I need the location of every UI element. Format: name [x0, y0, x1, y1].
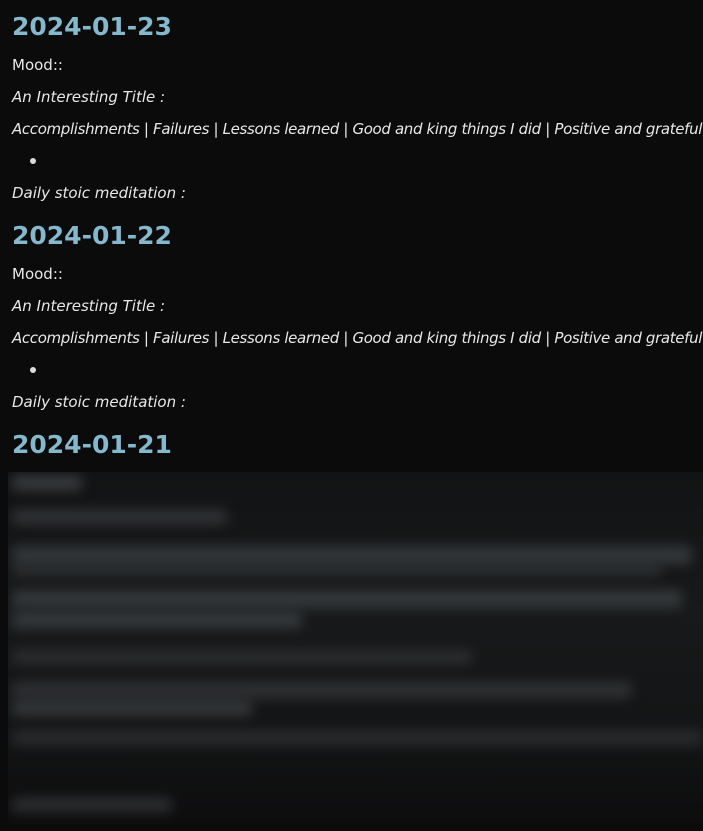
- mood-field[interactable]: Mood::: [12, 55, 702, 75]
- journal-entry: 2024-01-22 Mood:: An Interesting Title :…: [12, 209, 703, 412]
- journal-entry: 2024-01-21: [12, 418, 702, 461]
- bullet-icon: [30, 367, 36, 373]
- entry-date-heading[interactable]: 2024-01-23: [12, 0, 702, 43]
- entry-date-heading[interactable]: 2024-01-22: [12, 209, 702, 252]
- empty-list-item[interactable]: [12, 360, 702, 380]
- stoic-meditation-field[interactable]: Daily stoic meditation :: [12, 183, 702, 203]
- bullet-icon: [30, 158, 36, 164]
- redacted-content: [8, 472, 703, 824]
- stoic-meditation-field[interactable]: Daily stoic meditation :: [12, 392, 702, 412]
- journal-entry: 2024-01-23 Mood:: An Interesting Title :…: [12, 0, 703, 203]
- title-field[interactable]: An Interesting Title :: [12, 87, 702, 107]
- mood-field[interactable]: Mood::: [12, 264, 702, 284]
- empty-list-item[interactable]: [12, 151, 702, 171]
- title-field[interactable]: An Interesting Title :: [12, 296, 702, 316]
- sections-field[interactable]: Accomplishments | Failures | Lessons lea…: [12, 119, 703, 139]
- sections-field[interactable]: Accomplishments | Failures | Lessons lea…: [12, 328, 703, 348]
- journal-page: 2024-01-23 Mood:: An Interesting Title :…: [0, 0, 703, 831]
- entry-date-heading[interactable]: 2024-01-21: [12, 418, 702, 461]
